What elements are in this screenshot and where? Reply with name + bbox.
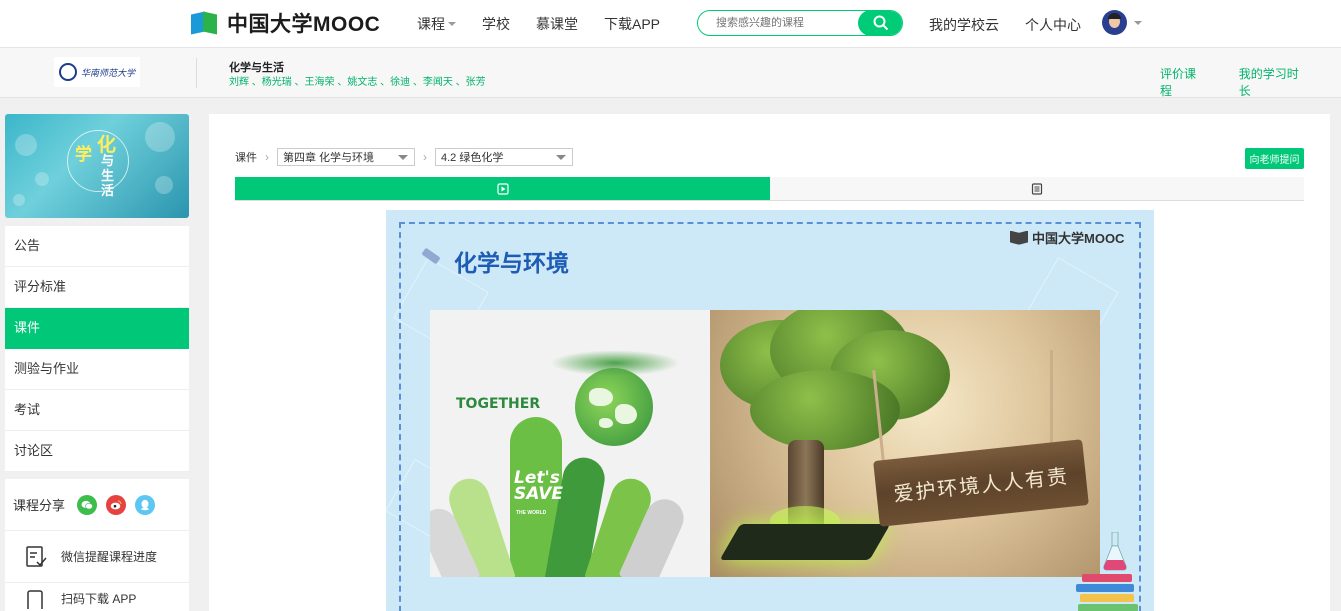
breadcrumb: 课件 › 第四章 化学与环境 › 4.2 绿色化学 — [235, 148, 573, 166]
share-row: 课程分享 — [5, 479, 189, 531]
school-seal-icon — [58, 63, 77, 81]
course-teachers[interactable]: 刘辉 、杨光瑞 、王海荣 、姚文志 、徐迪 、李闻天 、张芳 — [229, 73, 486, 88]
chapter-select-value: 第四章 化学与环境 — [283, 152, 375, 164]
chevron-right-icon: › — [423, 150, 427, 164]
breadcrumb-root[interactable]: 课件 — [235, 149, 257, 165]
chevron-down-icon — [448, 22, 456, 26]
menu-item-quiz[interactable]: 测验与作业 — [5, 349, 189, 390]
chapter-select[interactable]: 第四章 化学与环境 — [277, 148, 415, 166]
share-panel: 课程分享 微信提醒课程进度 扫码下载 APP — [5, 479, 189, 611]
protect-environment-image: 爱护环境人人有责 — [710, 310, 1100, 577]
sign-text: 爱护环境人人有责 — [892, 463, 1070, 506]
search-button[interactable] — [858, 11, 902, 35]
qq-icon[interactable] — [135, 494, 156, 515]
tab-document[interactable] — [770, 177, 1304, 200]
school-logo[interactable]: 华南师范大学 — [54, 57, 140, 87]
school-name: 华南师范大学 — [80, 67, 135, 78]
nav-schools[interactable]: 学校 — [482, 14, 510, 34]
personal-center-link[interactable]: 个人中心 — [1025, 15, 1081, 35]
section-select-value: 4.2 绿色化学 — [441, 152, 504, 164]
together-text: TOGETHER — [456, 396, 541, 412]
phone-icon — [27, 590, 43, 609]
banner-char: 与生活 — [101, 154, 115, 199]
menu-item-forum[interactable]: 讨论区 — [5, 431, 189, 472]
courseware-panel: 课件 › 第四章 化学与环境 › 4.2 绿色化学 向老师提问 化学与环境 中国… — [209, 114, 1330, 611]
logo-text: 中国大学MOOC — [227, 13, 381, 36]
download-app[interactable]: 扫码下载 APP — [5, 583, 189, 611]
menu-item-announcement[interactable]: 公告 — [5, 226, 189, 267]
slide-title: 化学与环境 — [454, 251, 569, 277]
nav-mooc-classroom[interactable]: 慕课堂 — [536, 14, 578, 34]
user-links: 我的学校云 个人中心 — [929, 15, 1107, 35]
section-select[interactable]: 4.2 绿色化学 — [435, 148, 573, 166]
ask-teacher-button[interactable]: 向老师提问 — [1245, 148, 1304, 169]
chevron-right-icon: › — [265, 150, 269, 164]
course-banner: 学 化 与生活 — [5, 114, 189, 218]
lets-save-text: Let's SAVE — [514, 470, 564, 504]
course-actions: 评价课程 我的学习时长 — [1160, 65, 1341, 99]
watermark-text: 中国大学MOOC — [1032, 231, 1125, 246]
document-icon — [1031, 182, 1043, 195]
search-box — [697, 10, 903, 36]
chevron-down-icon[interactable] — [1134, 21, 1142, 25]
main-nav: 课程 学校 慕课堂 下载APP — [417, 14, 686, 34]
my-school-cloud-link[interactable]: 我的学校云 — [929, 15, 999, 35]
checklist-icon — [26, 545, 47, 567]
weibo-icon[interactable] — [106, 494, 127, 515]
content-tabs — [235, 177, 1304, 201]
dropdown-arrow-icon — [556, 155, 566, 160]
wooden-sign: 爱护环境人人有责 — [873, 439, 1089, 527]
nav-courses[interactable]: 课程 — [417, 14, 456, 34]
download-app-label: 扫码下载 APP — [61, 591, 137, 606]
study-time-link[interactable]: 我的学习时长 — [1239, 65, 1309, 99]
video-player[interactable]: 化学与环境 中国大学MOOC TOGETHER Let's SAVE THE W… — [386, 210, 1154, 611]
books-illustration — [1076, 560, 1146, 611]
mooc-logo-icon — [1010, 230, 1028, 245]
menu-item-exam[interactable]: 考试 — [5, 390, 189, 431]
divider — [196, 58, 197, 88]
mooc-logo-icon — [191, 11, 221, 35]
wechat-reminder[interactable]: 微信提醒课程进度 — [5, 531, 189, 583]
tablet-illustration — [719, 524, 891, 560]
search-input[interactable] — [698, 11, 858, 35]
wechat-icon[interactable] — [77, 494, 98, 515]
search-icon — [873, 15, 888, 31]
play-icon — [496, 182, 509, 195]
course-header: 华南师范大学 化学与生活 刘辉 、杨光瑞 、王海荣 、姚文志 、徐迪 、李闻天 … — [0, 48, 1341, 98]
mooc-watermark: 中国大学MOOC — [1010, 228, 1124, 247]
save-text: SAVE — [514, 484, 564, 504]
menu-item-grading[interactable]: 评分标准 — [5, 267, 189, 308]
banner-char: 化 — [97, 134, 117, 156]
the-world-text: THE WORLD — [516, 510, 547, 516]
dropdown-arrow-icon — [398, 155, 408, 160]
wechat-reminder-label: 微信提醒课程进度 — [61, 550, 158, 564]
menu-item-courseware[interactable]: 课件 — [5, 308, 189, 349]
globe-illustration — [575, 368, 653, 446]
mooc-logo[interactable]: 中国大学MOOC — [191, 9, 380, 37]
nav-courses-label: 课程 — [417, 16, 445, 32]
save-the-world-image: TOGETHER Let's SAVE THE WORLD — [430, 310, 710, 577]
top-navbar: 中国大学MOOC 课程 学校 慕课堂 下载APP 我的学校云 个人中心 — [0, 0, 1341, 48]
rate-course-link[interactable]: 评价课程 — [1160, 65, 1207, 99]
share-label: 课程分享 — [13, 498, 66, 513]
banner-char: 学 — [75, 145, 92, 165]
avatar[interactable] — [1102, 10, 1127, 35]
course-menu: 公告 评分标准 课件 测验与作业 考试 讨论区 — [5, 226, 189, 472]
tab-video[interactable] — [235, 177, 770, 200]
nav-download-app[interactable]: 下载APP — [604, 14, 660, 34]
